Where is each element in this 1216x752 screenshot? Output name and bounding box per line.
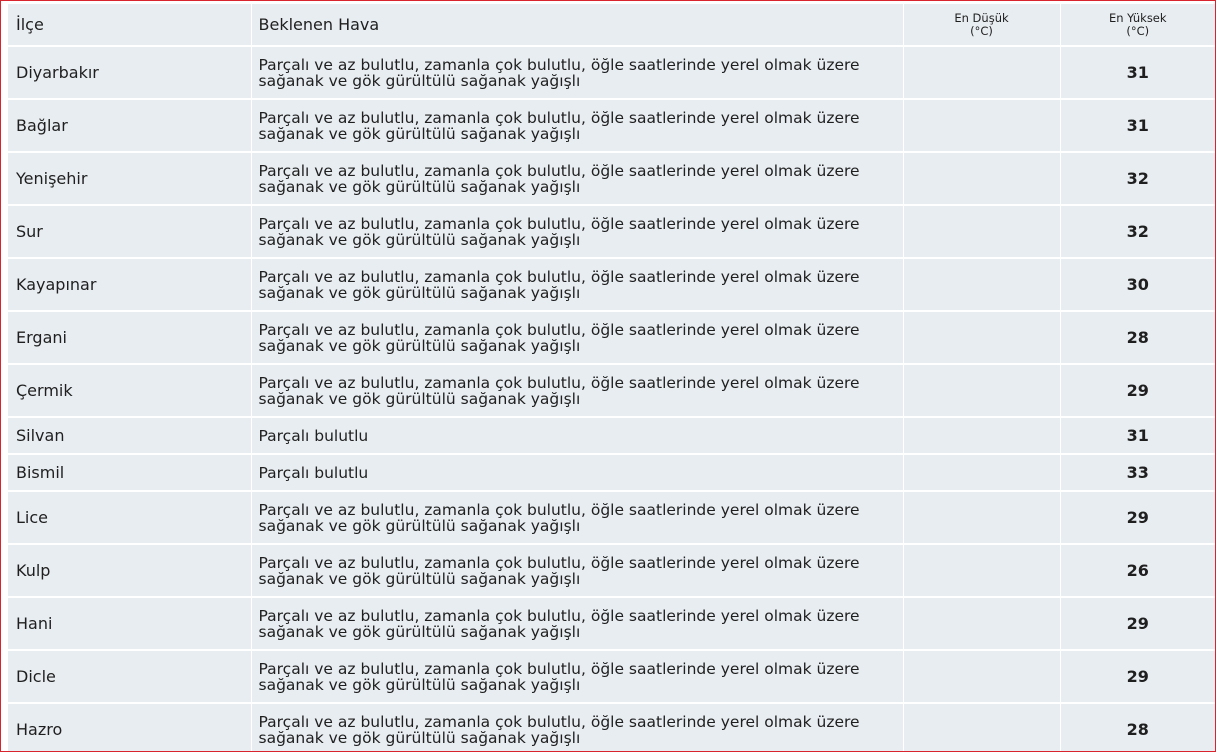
forecast-cell: Parçalı ve az bulutlu, zamanla çok bulut… xyxy=(251,544,904,598)
min-temp-cell xyxy=(903,205,1061,259)
district-cell: Sur xyxy=(8,205,252,259)
district-cell: Bismil xyxy=(8,454,252,492)
min-temp-cell xyxy=(903,311,1061,365)
max-temp-cell: 33 xyxy=(1060,454,1215,492)
table-row: Yenişehir Parçalı ve az bulutlu, zamanla … xyxy=(8,152,1215,206)
forecast-cell: Parçalı bulutlu xyxy=(251,417,904,455)
max-temp-cell: 29 xyxy=(1060,491,1215,545)
max-temp-cell: 29 xyxy=(1060,650,1215,704)
table-row: Bismil Parçalı bulutlu 33 xyxy=(8,454,1215,492)
table-row: Diyarbakır Parçalı ve az bulutlu, zamanla… xyxy=(8,46,1215,100)
header-min-label: En Düşük xyxy=(954,10,1009,25)
district-cell: Kulp xyxy=(8,544,252,598)
min-temp-cell xyxy=(903,258,1061,312)
forecast-frame: İlçe Beklenen Hava En Düşük (°C) En Yüks… xyxy=(0,0,1216,752)
table-row: Hani Parçalı ve az bulutlu, zamanla çok b… xyxy=(8,597,1215,651)
max-temp-cell: 29 xyxy=(1060,597,1215,651)
table-row: Lice Parçalı ve az bulutlu, zamanla çok b… xyxy=(8,491,1215,545)
header-forecast: Beklenen Hava xyxy=(251,4,904,47)
district-cell: Hazro xyxy=(8,703,252,751)
forecast-cell: Parçalı ve az bulutlu, zamanla çok bulut… xyxy=(251,491,904,545)
forecast-table: İlçe Beklenen Hava En Düşük (°C) En Yüks… xyxy=(8,4,1215,751)
max-temp-cell: 26 xyxy=(1060,544,1215,598)
min-temp-cell xyxy=(903,703,1061,751)
table-row: Çermik Parçalı ve az bulutlu, zamanla çok… xyxy=(8,364,1215,418)
max-temp-cell: 32 xyxy=(1060,205,1215,259)
district-cell: Yenişehir xyxy=(8,152,252,206)
forecast-cell: Parçalı ve az bulutlu, zamanla çok bulut… xyxy=(251,205,904,259)
table-row: Silvan Parçalı bulutlu 31 xyxy=(8,417,1215,455)
max-temp-cell: 29 xyxy=(1060,364,1215,418)
max-temp-cell: 31 xyxy=(1060,417,1215,455)
table-row: Kayapınar Parçalı ve az bulutlu, zamanla … xyxy=(8,258,1215,312)
district-cell: Çermik xyxy=(8,364,252,418)
min-temp-cell xyxy=(903,544,1061,598)
header-max-temp: En Yüksek (°C) xyxy=(1060,4,1215,47)
forecast-cell: Parçalı ve az bulutlu, zamanla çok bulut… xyxy=(251,46,904,100)
table-row: Kulp Parçalı ve az bulutlu, zamanla çok b… xyxy=(8,544,1215,598)
table-row: Dicle Parçalı ve az bulutlu, zamanla çok … xyxy=(8,650,1215,704)
district-cell: Dicle xyxy=(8,650,252,704)
min-temp-cell xyxy=(903,454,1061,492)
district-cell: Silvan xyxy=(8,417,252,455)
min-temp-cell xyxy=(903,99,1061,153)
table-row: Ergani Parçalı ve az bulutlu, zamanla çok… xyxy=(8,311,1215,365)
max-temp-cell: 28 xyxy=(1060,703,1215,751)
table-header-row: İlçe Beklenen Hava En Düşük (°C) En Yüks… xyxy=(8,4,1215,47)
header-max-unit: (°C) xyxy=(1126,23,1150,38)
min-temp-cell xyxy=(903,46,1061,100)
min-temp-cell xyxy=(903,417,1061,455)
min-temp-cell xyxy=(903,152,1061,206)
max-temp-cell: 32 xyxy=(1060,152,1215,206)
forecast-cell: Parçalı ve az bulutlu, zamanla çok bulut… xyxy=(251,152,904,206)
district-cell: Lice xyxy=(8,491,252,545)
max-temp-cell: 31 xyxy=(1060,99,1215,153)
min-temp-cell xyxy=(903,650,1061,704)
max-temp-cell: 30 xyxy=(1060,258,1215,312)
forecast-cell: Parçalı bulutlu xyxy=(251,454,904,492)
header-min-temp: En Düşük (°C) xyxy=(903,4,1061,47)
header-min-unit: (°C) xyxy=(970,23,993,38)
district-cell: Diyarbakır xyxy=(8,46,252,100)
forecast-cell: Parçalı ve az bulutlu, zamanla çok bulut… xyxy=(251,311,904,365)
header-district: İlçe xyxy=(8,4,252,47)
min-temp-cell xyxy=(903,597,1061,651)
forecast-cell: Parçalı ve az bulutlu, zamanla çok bulut… xyxy=(251,703,904,751)
district-cell: Bağlar xyxy=(8,99,252,153)
forecast-cell: Parçalı ve az bulutlu, zamanla çok bulut… xyxy=(251,597,904,651)
forecast-cell: Parçalı ve az bulutlu, zamanla çok bulut… xyxy=(251,650,904,704)
district-cell: Ergani xyxy=(8,311,252,365)
max-temp-cell: 31 xyxy=(1060,46,1215,100)
min-temp-cell xyxy=(903,491,1061,545)
max-temp-cell: 28 xyxy=(1060,311,1215,365)
forecast-cell: Parçalı ve az bulutlu, zamanla çok bulut… xyxy=(251,99,904,153)
header-max-label: En Yüksek xyxy=(1108,10,1167,25)
district-cell: Kayapınar xyxy=(8,258,252,312)
table-row: Bağlar Parçalı ve az bulutlu, zamanla çok… xyxy=(8,99,1215,153)
min-temp-cell xyxy=(903,364,1061,418)
district-cell: Hani xyxy=(8,597,252,651)
table-row: Sur Parçalı ve az bulutlu, zamanla çok bu… xyxy=(8,205,1215,259)
table-row: Hazro Parçalı ve az bulutlu, zamanla çok … xyxy=(8,703,1215,751)
forecast-cell: Parçalı ve az bulutlu, zamanla çok bulut… xyxy=(251,258,904,312)
forecast-cell: Parçalı ve az bulutlu, zamanla çok bulut… xyxy=(251,364,904,418)
